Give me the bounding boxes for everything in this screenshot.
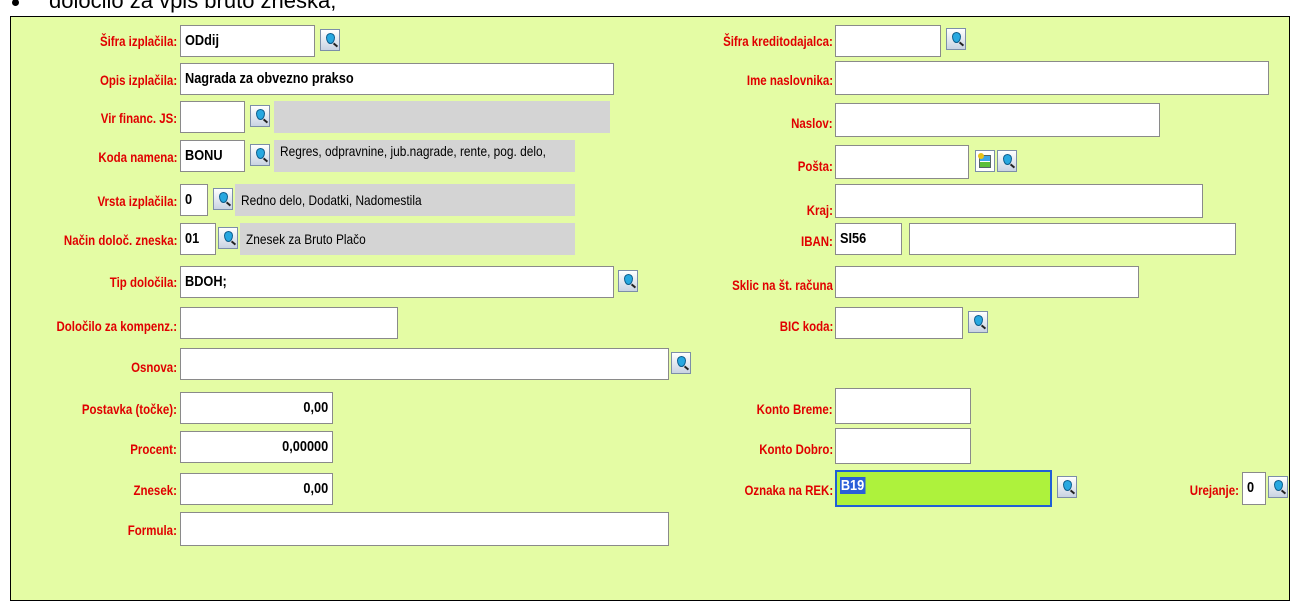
kraj-field[interactable]	[835, 184, 1203, 218]
koda-namena-field[interactable]: BONU	[180, 140, 245, 172]
tip-dolocila-label: Tip določila:	[109, 274, 177, 290]
vrsta-izplacila-lookup-icon[interactable]	[213, 188, 233, 210]
postavka-label: Postavka (točke):	[81, 401, 177, 417]
formula-label: Formula:	[127, 522, 177, 538]
iban-label: IBAN:	[801, 233, 833, 249]
nacin-doloc-description: Znesek za Bruto Plačo	[240, 223, 575, 255]
sifra-izplacila-label: Šifra izplačila:	[99, 33, 177, 49]
koda-namena-description: Regres, odpravnine, jub.nagrade, rente, …	[274, 140, 575, 172]
sklic-label: Sklic na št. računa	[732, 277, 833, 293]
nacin-doloc-field[interactable]: 01	[180, 223, 216, 255]
urejanje-label: Urejanje:	[1189, 482, 1239, 498]
sifra-kreditodajalca-label: Šifra kreditodajalca:	[723, 33, 833, 49]
koda-namena-lookup-icon[interactable]	[250, 144, 270, 166]
vir-financ-description	[274, 101, 610, 133]
znesek-label: Znesek:	[133, 482, 177, 498]
urejanje-lookup-icon[interactable]	[1268, 476, 1288, 498]
formula-field[interactable]	[180, 512, 669, 546]
iban-field[interactable]	[909, 223, 1236, 255]
oznaka-rek-lookup-icon[interactable]	[1057, 476, 1077, 498]
konto-dobro-label: Konto Dobro:	[759, 441, 833, 457]
naslov-label: Naslov:	[791, 115, 833, 131]
postavka-field[interactable]: 0,00	[180, 392, 333, 424]
sifra-kreditodajalca-field[interactable]	[835, 25, 941, 57]
oznaka-rek-field[interactable]: B19	[835, 470, 1052, 507]
oznaka-rek-label: Oznaka na REK:	[744, 482, 833, 498]
vrsta-izplacila-description: Redno delo, Dodatki, Nadomestila	[235, 184, 575, 216]
iban-prefix-field[interactable]: SI56	[835, 223, 902, 255]
nacin-doloc-label: Način določ. zneska:	[63, 232, 177, 248]
urejanje-field[interactable]: 0	[1242, 472, 1266, 505]
tip-dolocila-lookup-icon[interactable]	[618, 270, 638, 292]
konto-dobro-field[interactable]	[835, 428, 971, 464]
kraj-label: Kraj:	[806, 202, 833, 218]
bullet-icon	[12, 0, 19, 6]
procent-field[interactable]: 0,00000	[180, 431, 333, 463]
koda-namena-label: Koda namena:	[97, 149, 177, 165]
vir-financ-field[interactable]	[180, 101, 245, 133]
konto-breme-field[interactable]	[835, 388, 971, 424]
vrsta-izplacila-label: Vrsta izplačila:	[97, 193, 177, 209]
opis-izplacila-label: Opis izplačila:	[99, 72, 177, 88]
sklic-field[interactable]	[835, 266, 1139, 298]
znesek-field[interactable]: 0,00	[180, 473, 333, 505]
posta-label: Pošta:	[797, 158, 833, 174]
sifra-kreditodajalca-lookup-icon[interactable]	[946, 28, 966, 50]
posta-form-icon[interactable]	[975, 150, 995, 172]
osnova-label: Osnova:	[131, 359, 177, 375]
sifra-izplacila-lookup-icon[interactable]	[320, 29, 340, 51]
opis-izplacila-field[interactable]: Nagrada za obvezno prakso	[180, 63, 614, 95]
konto-breme-label: Konto Breme:	[757, 401, 833, 417]
posta-field[interactable]	[835, 145, 969, 179]
vir-financ-label: Vir financ. JS:	[100, 110, 177, 126]
ime-naslovnika-field[interactable]	[835, 61, 1269, 95]
tip-dolocila-field[interactable]: BDOH;	[180, 266, 614, 298]
dolocilo-kompenz-label: Določilo za kompenz.:	[56, 318, 177, 334]
osnova-lookup-icon[interactable]	[671, 352, 691, 374]
osnova-field[interactable]	[180, 348, 669, 380]
sifra-izplacila-field[interactable]: ODdij	[180, 25, 315, 57]
form-panel: Šifra izplačila: ODdij Opis izplačila: N…	[10, 16, 1290, 601]
ime-naslovnika-label: Ime naslovnika:	[746, 72, 833, 88]
bic-lookup-icon[interactable]	[968, 311, 988, 333]
nacin-doloc-lookup-icon[interactable]	[218, 227, 238, 249]
procent-label: Procent:	[130, 441, 177, 457]
caption-text: določilo za vpis bruto zneska;	[12, 0, 336, 14]
vir-financ-lookup-icon[interactable]	[250, 105, 270, 127]
dolocilo-kompenz-field[interactable]	[180, 307, 398, 339]
naslov-field[interactable]	[835, 103, 1160, 137]
vrsta-izplacila-field[interactable]: 0	[180, 184, 208, 216]
bic-field[interactable]	[835, 307, 963, 339]
bic-label: BIC koda:	[779, 318, 833, 334]
posta-lookup-icon[interactable]	[997, 150, 1017, 172]
